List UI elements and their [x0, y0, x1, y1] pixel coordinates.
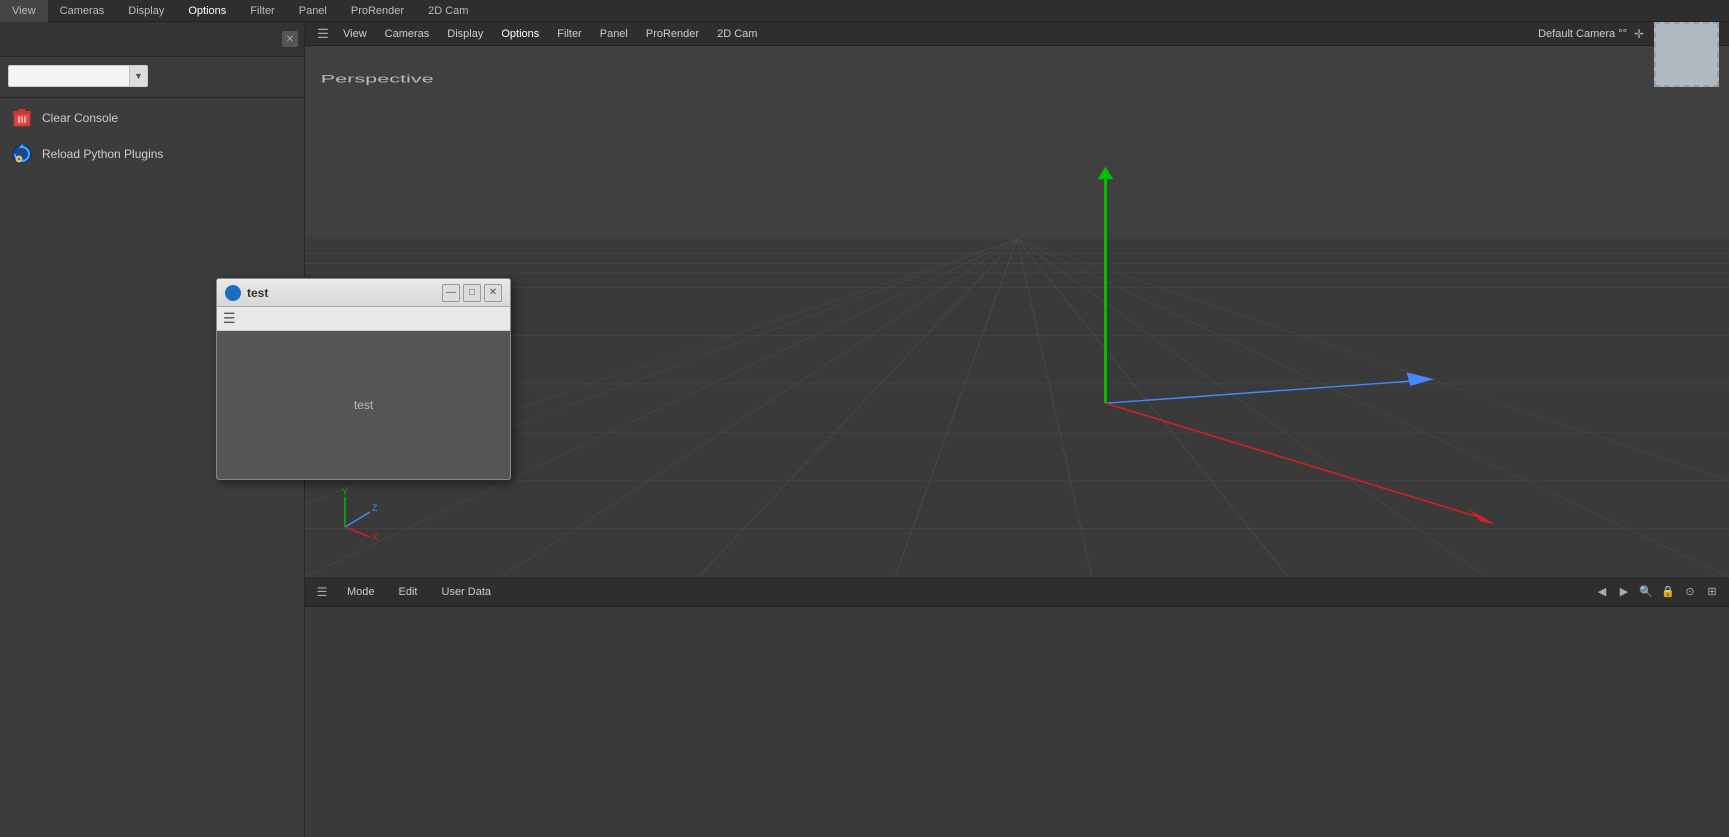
viewport-tab-cameras[interactable]: Cameras — [377, 22, 438, 46]
clear-console-label: Clear Console — [42, 111, 118, 125]
reload-python-item[interactable]: Reload Python Plugins — [0, 136, 304, 172]
dialog-titlebar: test — □ ✕ — [217, 279, 510, 307]
tab-filter[interactable]: Filter — [238, 0, 286, 22]
viewport-menu-icon[interactable]: ☰ — [313, 24, 333, 44]
dialog-app-icon — [225, 285, 241, 301]
viewport-tab-2dcam[interactable]: 2D Cam — [709, 22, 765, 46]
properties-panel: ☰ Mode Edit User Data ◀ ▶ 🔍 🔒 ⊙ ⊞ — [305, 577, 1729, 837]
svg-text:X: X — [372, 532, 378, 542]
camera-label: Default Camera °° — [1538, 28, 1627, 40]
tab-prorender[interactable]: ProRender — [339, 0, 416, 22]
props-arrow-left-icon[interactable]: ◀ — [1593, 583, 1611, 601]
props-menu-icon[interactable]: ☰ — [313, 583, 331, 601]
search-box: ▼ — [8, 65, 148, 87]
dialog-close-button[interactable]: ✕ — [484, 284, 502, 302]
dialog-content-text: test — [354, 398, 373, 412]
tab-view[interactable]: View — [0, 0, 48, 22]
props-search-icon[interactable]: 🔍 — [1637, 583, 1655, 601]
viewport-canvas: Perspective Y Z X — [305, 46, 1729, 577]
svg-text:Y: Y — [342, 487, 348, 497]
reload-icon — [10, 142, 34, 166]
trash-icon — [10, 106, 34, 130]
props-circle-icon[interactable]: ⊙ — [1681, 583, 1699, 601]
top-tabs: View Cameras Display Options Filter Pane… — [0, 0, 480, 22]
dialog-content: test — [217, 331, 510, 479]
props-lock-icon[interactable]: 🔒 — [1659, 583, 1677, 601]
tab-2dcam[interactable]: 2D Cam — [416, 0, 480, 22]
clear-console-item[interactable]: Clear Console — [0, 100, 304, 136]
props-userdata-item[interactable]: User Data — [434, 586, 500, 598]
viewport-tab-panel[interactable]: Panel — [592, 22, 636, 46]
props-right-icon-group: ◀ ▶ 🔍 🔒 ⊙ ⊞ — [1593, 583, 1721, 601]
svg-text:Perspective: Perspective — [321, 73, 434, 85]
search-dropdown-button[interactable]: ▼ — [129, 66, 147, 86]
top-menubar: View Cameras Display Options Filter Pane… — [0, 0, 1729, 22]
floating-dialog: test — □ ✕ ☰ test — [216, 278, 511, 480]
viewport-tab-view[interactable]: View — [335, 22, 375, 46]
props-mode-item[interactable]: Mode — [339, 586, 383, 598]
left-panel-topbar: ✕ — [0, 22, 304, 57]
viewport-tab-filter[interactable]: Filter — [549, 22, 589, 46]
tab-panel[interactable]: Panel — [287, 0, 339, 22]
props-grid-icon[interactable]: ⊞ — [1703, 583, 1721, 601]
viewport-tab-display[interactable]: Display — [439, 22, 491, 46]
search-input[interactable] — [9, 70, 129, 82]
dialog-menubar: ☰ — [217, 307, 510, 331]
svg-text:Z: Z — [372, 503, 378, 513]
tab-options[interactable]: Options — [176, 0, 238, 22]
left-panel-close-button[interactable]: ✕ — [282, 31, 298, 47]
viewport-tab-prorender[interactable]: ProRender — [638, 22, 707, 46]
dialog-title: test — [247, 286, 439, 300]
dialog-hamburger-icon[interactable]: ☰ — [223, 310, 236, 327]
dialog-maximize-button[interactable]: □ — [463, 284, 481, 302]
reload-python-label: Reload Python Plugins — [42, 147, 163, 161]
tab-cameras[interactable]: Cameras — [48, 0, 117, 22]
props-edit-item[interactable]: Edit — [391, 586, 426, 598]
tab-display[interactable]: Display — [116, 0, 176, 22]
move-icon[interactable]: ✛ — [1629, 24, 1649, 44]
right-thumbnail — [1654, 22, 1719, 87]
search-area: ▼ — [0, 57, 304, 95]
props-arrow-right-icon[interactable]: ▶ — [1615, 583, 1633, 601]
viewport-topbar: ☰ View Cameras Display Options Filter Pa… — [305, 22, 1729, 46]
dialog-minimize-button[interactable]: — — [442, 284, 460, 302]
viewport-tab-options[interactable]: Options — [493, 22, 547, 46]
props-topbar: ☰ Mode Edit User Data ◀ ▶ 🔍 🔒 ⊙ ⊞ — [305, 577, 1729, 607]
viewport: ☰ View Cameras Display Options Filter Pa… — [305, 22, 1729, 577]
